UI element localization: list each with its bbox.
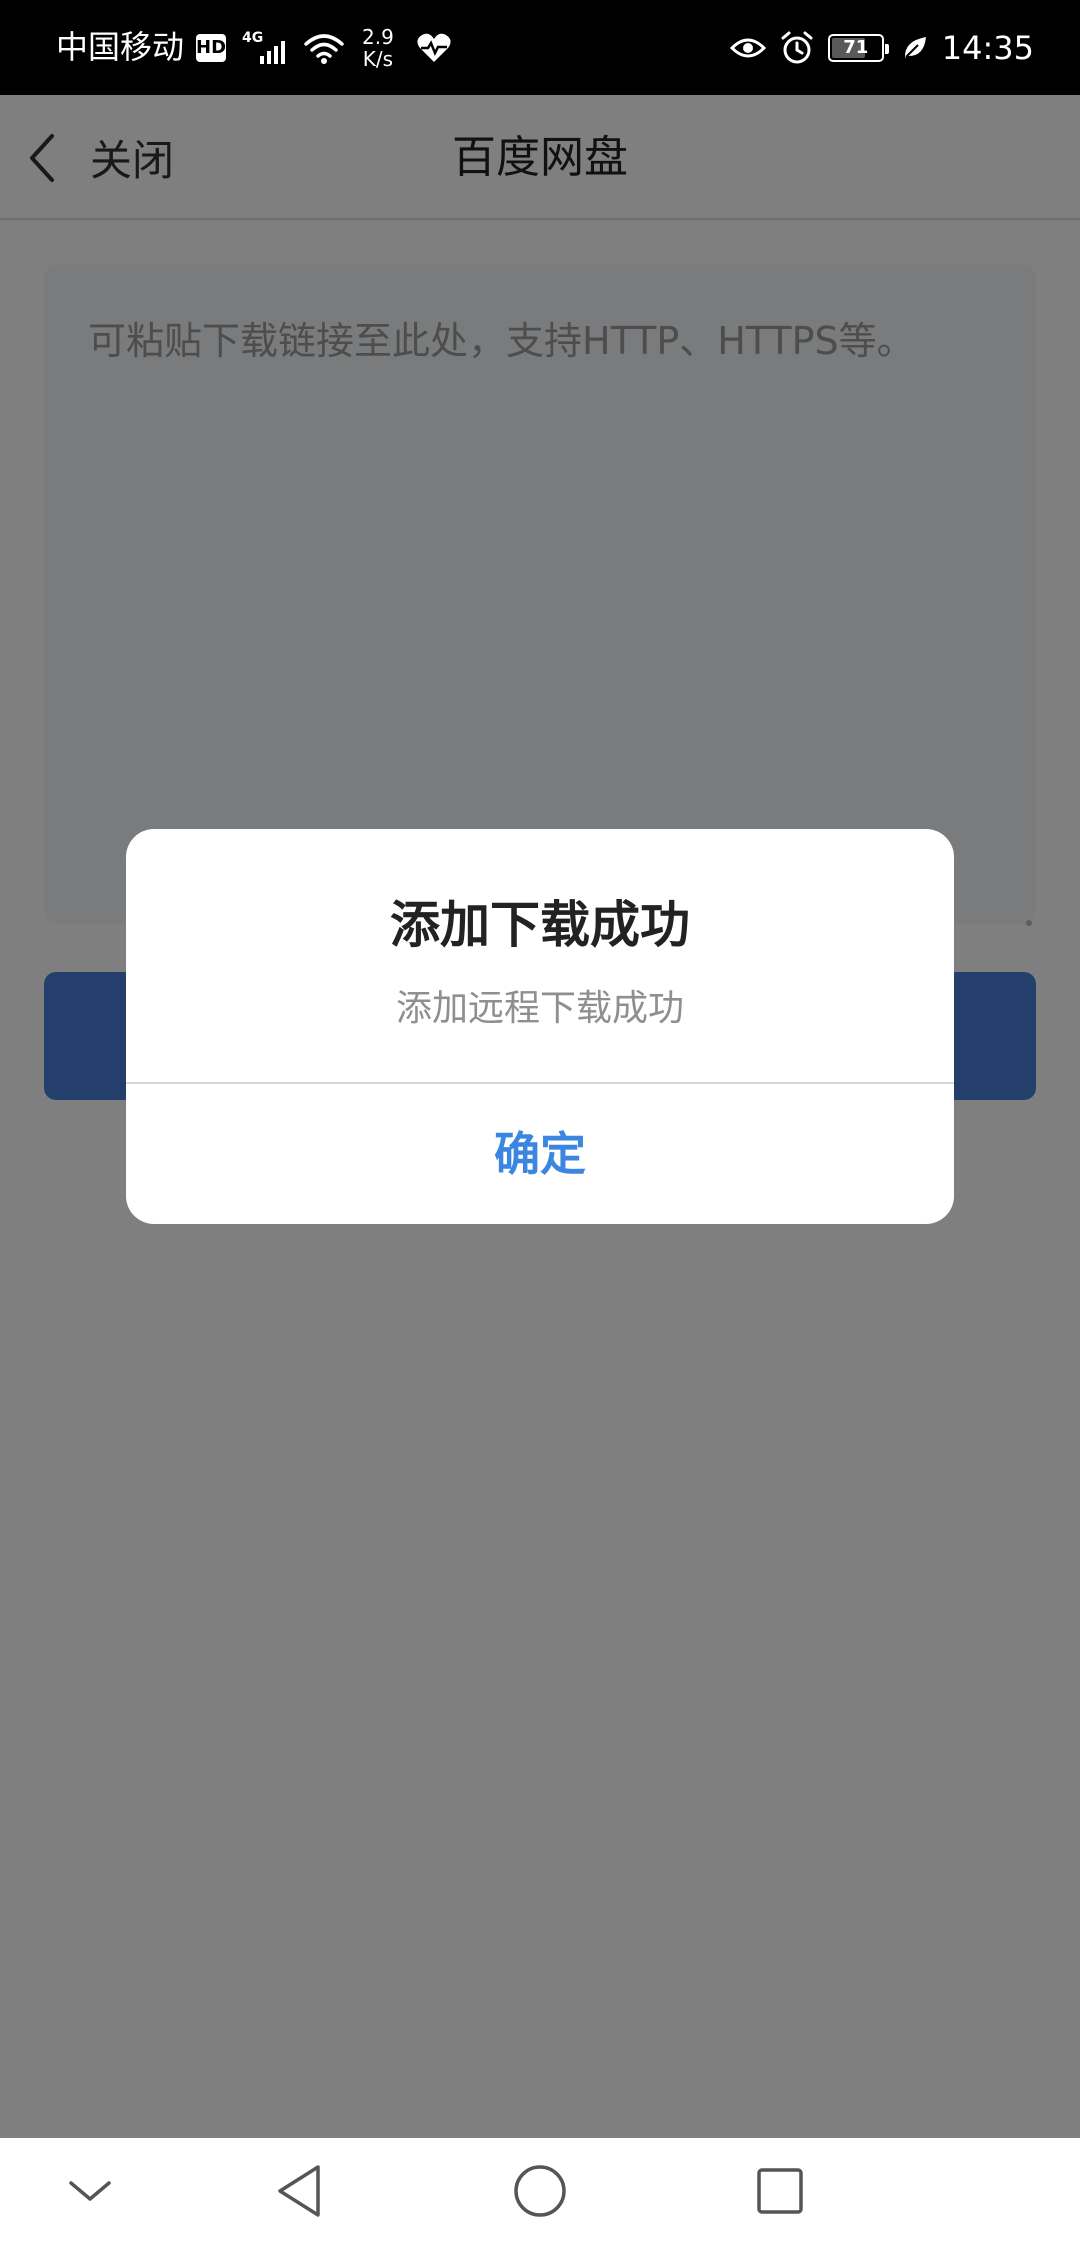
success-dialog: 添加下载成功 添加远程下载成功 确定 bbox=[126, 829, 954, 1224]
battery-level: 71 bbox=[843, 37, 869, 58]
status-right: 71 14:35 bbox=[729, 0, 1034, 95]
cellular-signal-icon: 4G bbox=[242, 30, 290, 66]
eye-comfort-icon bbox=[729, 38, 766, 57]
net-speed: 2.9 K/s bbox=[362, 26, 394, 70]
chevron-down-icon bbox=[69, 2181, 111, 2201]
nav-hide-button[interactable] bbox=[30, 2138, 150, 2244]
status-time: 14:35 bbox=[941, 28, 1034, 67]
net-speed-unit: K/s bbox=[362, 46, 394, 71]
nav-home-button[interactable] bbox=[480, 2138, 600, 2244]
battery-icon: 71 bbox=[827, 33, 889, 62]
heart-rate-icon bbox=[417, 33, 451, 62]
back-triangle-icon bbox=[278, 2165, 320, 2217]
nav-recent-button[interactable] bbox=[720, 2138, 840, 2244]
nav-back-button[interactable] bbox=[240, 2138, 360, 2244]
hd-badge: HD bbox=[196, 33, 226, 62]
dialog-title: 添加下载成功 bbox=[390, 896, 690, 954]
status-bar: 中国移动 HD 4G 2.9 K/s 71 14:35 bbox=[0, 0, 1080, 95]
status-left: 中国移动 HD 4G 2.9 K/s bbox=[56, 0, 452, 95]
recent-square-icon bbox=[757, 2168, 803, 2214]
home-circle-icon bbox=[514, 2165, 566, 2217]
wifi-icon bbox=[304, 33, 344, 64]
carrier-name: 中国移动 bbox=[56, 28, 185, 66]
system-navigation-bar bbox=[0, 2138, 1080, 2244]
power-saving-leaf-icon bbox=[904, 36, 926, 58]
dialog-ok-button[interactable]: 确定 bbox=[126, 1084, 954, 1224]
alarm-icon bbox=[781, 31, 813, 63]
dialog-message: 添加远程下载成功 bbox=[395, 988, 684, 1029]
net-speed-value: 2.9 bbox=[362, 24, 394, 49]
